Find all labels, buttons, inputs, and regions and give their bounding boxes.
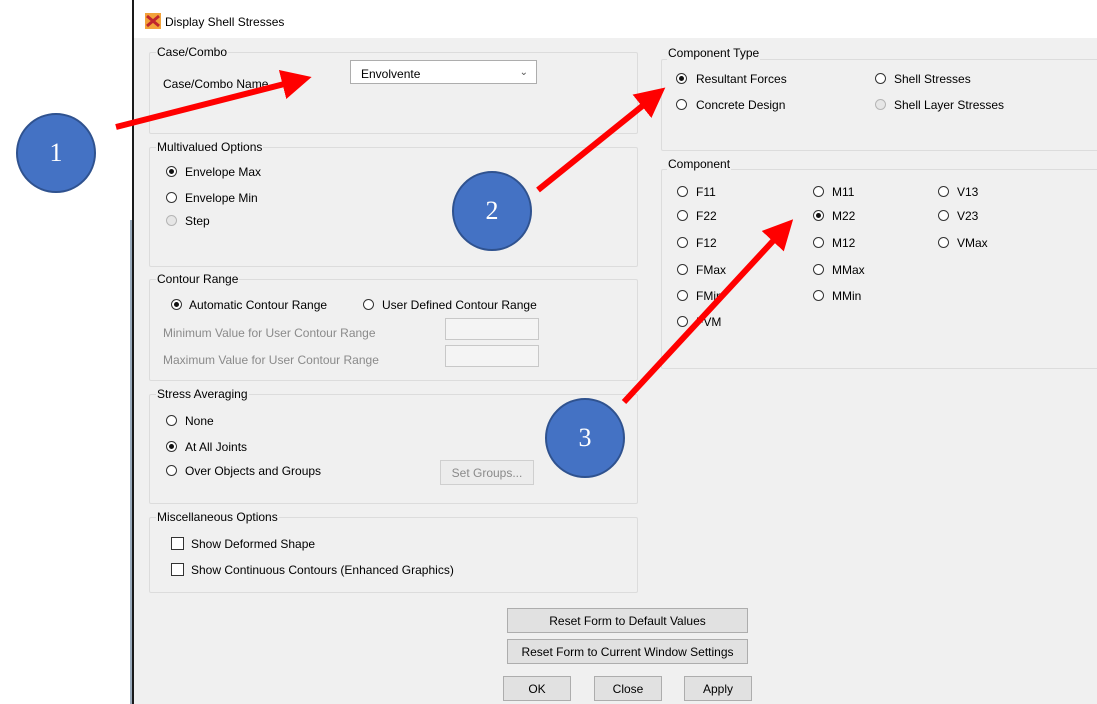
annotation-marker-2: 2	[452, 171, 532, 251]
annotation-arrow-2	[536, 87, 666, 193]
annotation-marker-1: 1	[16, 113, 96, 193]
annotation-arrow-3	[621, 219, 794, 405]
annotation-arrows	[115, 69, 794, 405]
annotation-arrow-1	[115, 69, 312, 130]
annotation-marker-3: 3	[545, 398, 625, 478]
